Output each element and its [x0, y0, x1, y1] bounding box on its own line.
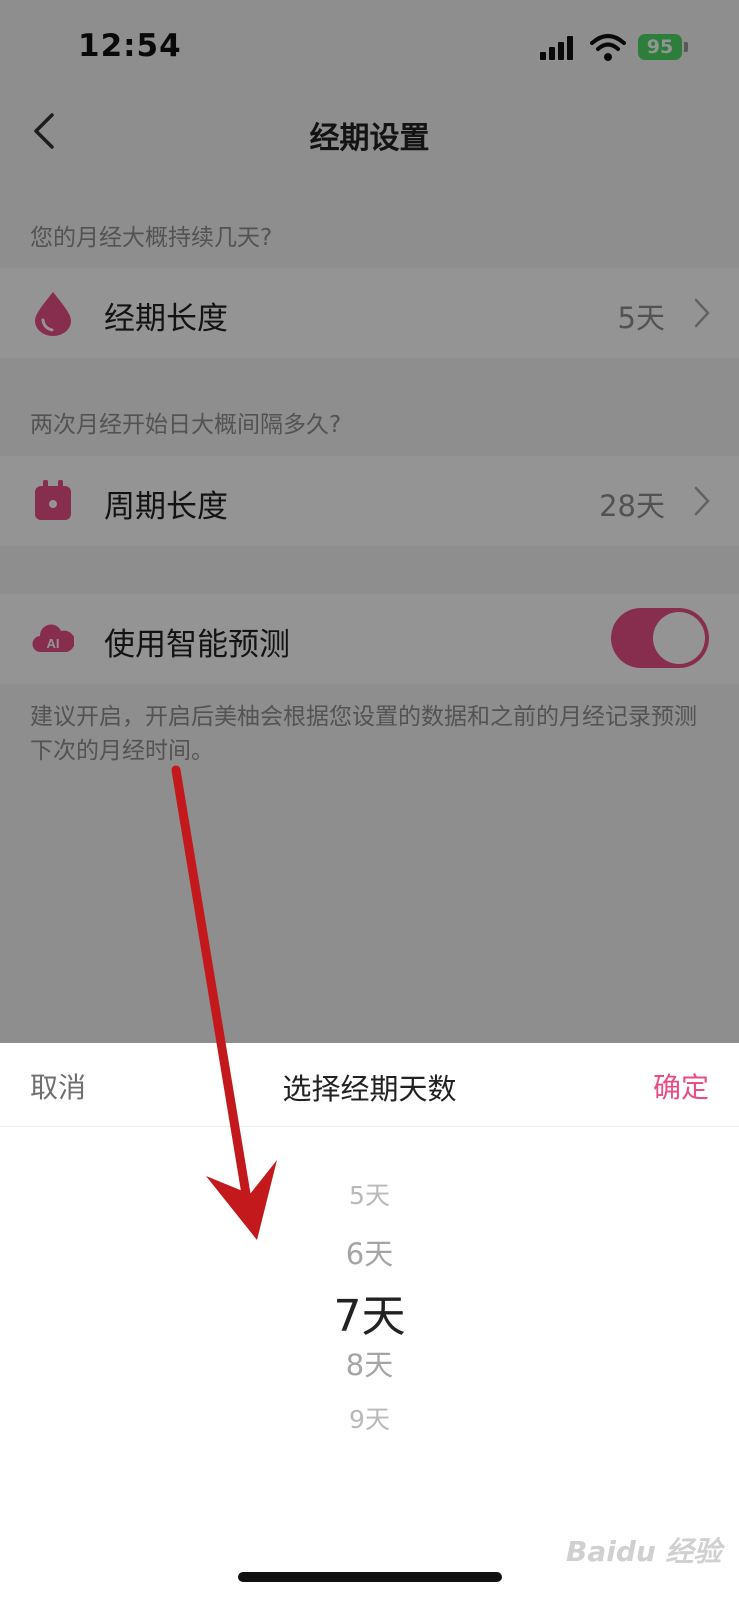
picker-option[interactable]: 5天 — [0, 1176, 739, 1212]
sheet-title: 选择经期天数 — [282, 1072, 457, 1106]
home-indicator[interactable] — [238, 1572, 502, 1582]
confirm-button[interactable]: 确定 — [653, 1066, 709, 1106]
picker-option-selected[interactable]: 7天 — [0, 1280, 739, 1344]
picker-option[interactable]: 6天 — [0, 1231, 739, 1273]
day-picker-sheet: 取消 选择经期天数 确定 5天 6天 7天 8天 9天 — [0, 1043, 739, 1600]
modal-overlay[interactable] — [0, 0, 739, 1043]
baidu-watermark: Baidu 经验 — [566, 1535, 722, 1568]
picker-option[interactable]: 8天 — [0, 1342, 739, 1384]
sheet-header: 取消 选择经期天数 确定 — [0, 1043, 739, 1127]
picker-option[interactable]: 9天 — [0, 1400, 739, 1436]
period-settings-page: 12:54 95 经期设置 您的月经大概持续几天? 经期长度 5天 两次月经开始… — [0, 0, 739, 1600]
